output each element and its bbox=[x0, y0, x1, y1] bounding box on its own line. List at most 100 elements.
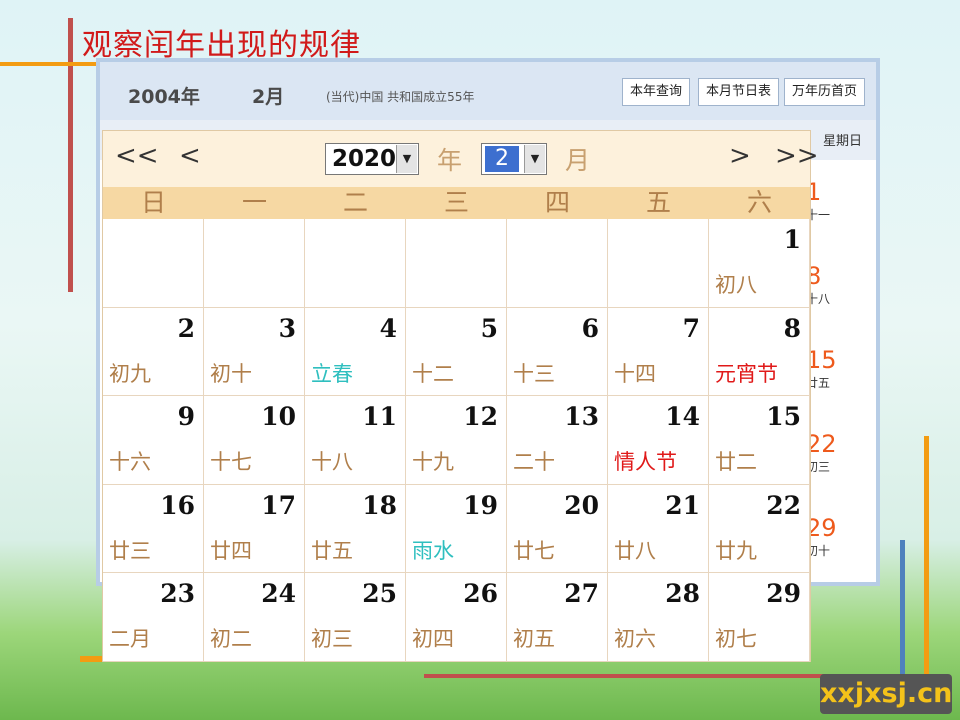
weekday-wed: 三 bbox=[443, 188, 469, 217]
lunar-date: 十七 bbox=[210, 450, 252, 474]
day-grid: 1 初八 2 初九 3 初十 4 立春 5 十二 6 十三 7 十四 8 元宵节 9 十六 10 十七 11 十八 12 十九… bbox=[103, 219, 810, 662]
weekday-header: 日 一 二 三 四 五 六 bbox=[103, 187, 810, 219]
lunar-date: 二月 bbox=[109, 627, 151, 651]
lunar-date: 十四 bbox=[614, 361, 656, 386]
lunar-date: 十六 bbox=[109, 450, 151, 474]
lunar-date: 十三 bbox=[513, 361, 555, 386]
lunar-date: 初六 bbox=[614, 627, 656, 651]
weekday-mon: 一 bbox=[241, 188, 267, 217]
day-cell[interactable]: 23 二月 bbox=[103, 573, 204, 662]
day-cell[interactable]: 14 情人节 bbox=[608, 396, 709, 485]
old-calendar-year: 2004年 bbox=[128, 86, 200, 108]
empty-day-cell bbox=[103, 219, 204, 308]
day-number: 16 bbox=[160, 490, 195, 520]
lunar-date: 廿五 bbox=[311, 538, 353, 563]
chevron-down-icon[interactable]: ▼ bbox=[524, 145, 545, 173]
lunar-date: 初七 bbox=[715, 627, 757, 651]
day-cell[interactable]: 11 十八 bbox=[305, 396, 406, 485]
day-number: 28 bbox=[665, 579, 700, 608]
day-number: 6 bbox=[581, 313, 599, 343]
lunar-date: 廿七 bbox=[513, 538, 555, 563]
old-lunar-date: 十八 bbox=[806, 292, 831, 306]
day-cell[interactable]: 3 初十 bbox=[204, 307, 305, 396]
calendar-2020-feb: << < 2020 ▼ 年 2 ▼ 月 > >> 日 一 二 三 四 五 六 1… bbox=[102, 130, 819, 662]
solar-term-label: 雨水 bbox=[412, 538, 454, 563]
weekday-tue: 二 bbox=[342, 188, 368, 217]
day-cell[interactable]: 10 十七 bbox=[204, 396, 305, 485]
day-cell[interactable]: 29 初七 bbox=[709, 573, 810, 662]
old-sunday-cell: 1 十一 bbox=[806, 178, 872, 223]
decor-red-vertical-line bbox=[68, 18, 73, 292]
day-cell[interactable]: 25 初三 bbox=[305, 573, 406, 662]
lunar-date: 初九 bbox=[109, 361, 151, 386]
year-select-value: 2020 bbox=[332, 146, 397, 172]
prev-year-button[interactable]: << bbox=[115, 141, 159, 171]
day-cell[interactable]: 27 初五 bbox=[507, 573, 608, 662]
day-cell[interactable]: 16 廿三 bbox=[103, 484, 204, 573]
day-cell[interactable]: 20 廿七 bbox=[507, 484, 608, 573]
lunar-date: 二十 bbox=[513, 450, 555, 474]
day-number: 22 bbox=[766, 490, 801, 520]
day-cell[interactable]: 1 初八 bbox=[709, 219, 810, 308]
day-number: 11 bbox=[362, 402, 397, 431]
day-cell[interactable]: 19 雨水 bbox=[406, 484, 507, 573]
lunar-date: 廿八 bbox=[614, 538, 656, 563]
day-cell[interactable]: 15 廿二 bbox=[709, 396, 810, 485]
day-cell[interactable]: 17 廿四 bbox=[204, 484, 305, 573]
day-cell[interactable]: 4 立春 bbox=[305, 307, 406, 396]
year-select[interactable]: 2020 ▼ bbox=[325, 143, 419, 175]
day-number: 25 bbox=[362, 579, 397, 608]
day-cell[interactable]: 6 十三 bbox=[507, 307, 608, 396]
day-cell[interactable]: 8 元宵节 bbox=[709, 307, 810, 396]
next-year-button[interactable]: >> bbox=[775, 141, 819, 171]
day-number: 3 bbox=[278, 313, 296, 343]
day-number: 15 bbox=[766, 402, 801, 431]
day-cell[interactable]: 26 初四 bbox=[406, 573, 507, 662]
day-cell[interactable]: 28 初六 bbox=[608, 573, 709, 662]
festival-label: 情人节 bbox=[614, 450, 677, 474]
old-calendar-header: 2004年 2月 (当代)中国 共和国成立55年 本年查询 本月节日表 万年历首… bbox=[100, 62, 876, 120]
old-lunar-date: 十一 bbox=[806, 208, 831, 222]
old-lunar-date: 初三 bbox=[806, 460, 831, 474]
day-number: 8 bbox=[783, 313, 801, 343]
old-sunday-cell: 15 廿五 bbox=[806, 346, 872, 391]
day-cell[interactable]: 7 十四 bbox=[608, 307, 709, 396]
old-day-number: 29 bbox=[806, 514, 837, 542]
day-number: 1 bbox=[783, 225, 801, 254]
day-cell[interactable]: 18 廿五 bbox=[305, 484, 406, 573]
next-month-button[interactable]: > bbox=[729, 141, 751, 171]
lunar-date: 初三 bbox=[311, 627, 353, 651]
old-day-number: 22 bbox=[806, 430, 837, 458]
lunar-date: 廿二 bbox=[715, 450, 757, 474]
day-number: 12 bbox=[463, 402, 498, 431]
prev-month-button[interactable]: < bbox=[179, 141, 201, 171]
day-cell[interactable]: 5 十二 bbox=[406, 307, 507, 396]
month-holidays-button[interactable]: 本月节日表 bbox=[698, 78, 780, 106]
day-cell[interactable]: 21 廿八 bbox=[608, 484, 709, 573]
weekday-sat: 六 bbox=[746, 188, 772, 217]
day-number: 14 bbox=[665, 402, 700, 431]
day-number: 7 bbox=[682, 313, 700, 343]
old-sunday-cell: 22 初三 bbox=[806, 430, 872, 475]
day-cell[interactable]: 2 初九 bbox=[103, 307, 204, 396]
day-cell[interactable]: 13 二十 bbox=[507, 396, 608, 485]
month-select[interactable]: 2 ▼ bbox=[481, 143, 547, 175]
year-label: 年 bbox=[437, 146, 463, 175]
empty-day-cell bbox=[608, 219, 709, 308]
day-number: 4 bbox=[379, 313, 397, 343]
calendar-nav: << < 2020 ▼ 年 2 ▼ 月 > >> bbox=[103, 131, 819, 187]
calendar-home-button[interactable]: 万年历首页 bbox=[784, 78, 866, 106]
day-cell[interactable]: 12 十九 bbox=[406, 396, 507, 485]
old-calendar-month: 2月 bbox=[252, 86, 285, 108]
day-number: 10 bbox=[261, 402, 296, 431]
decor-blue-vertical-line bbox=[900, 540, 905, 678]
lunar-date: 十九 bbox=[412, 450, 454, 474]
year-query-button[interactable]: 本年查询 bbox=[622, 78, 691, 106]
day-cell[interactable]: 22 廿九 bbox=[709, 484, 810, 573]
empty-day-cell bbox=[507, 219, 608, 308]
month-label: 月 bbox=[565, 146, 591, 175]
chevron-down-icon[interactable]: ▼ bbox=[396, 145, 417, 173]
day-cell[interactable]: 9 十六 bbox=[103, 396, 204, 485]
day-cell[interactable]: 24 初二 bbox=[204, 573, 305, 662]
day-number: 19 bbox=[463, 490, 498, 520]
